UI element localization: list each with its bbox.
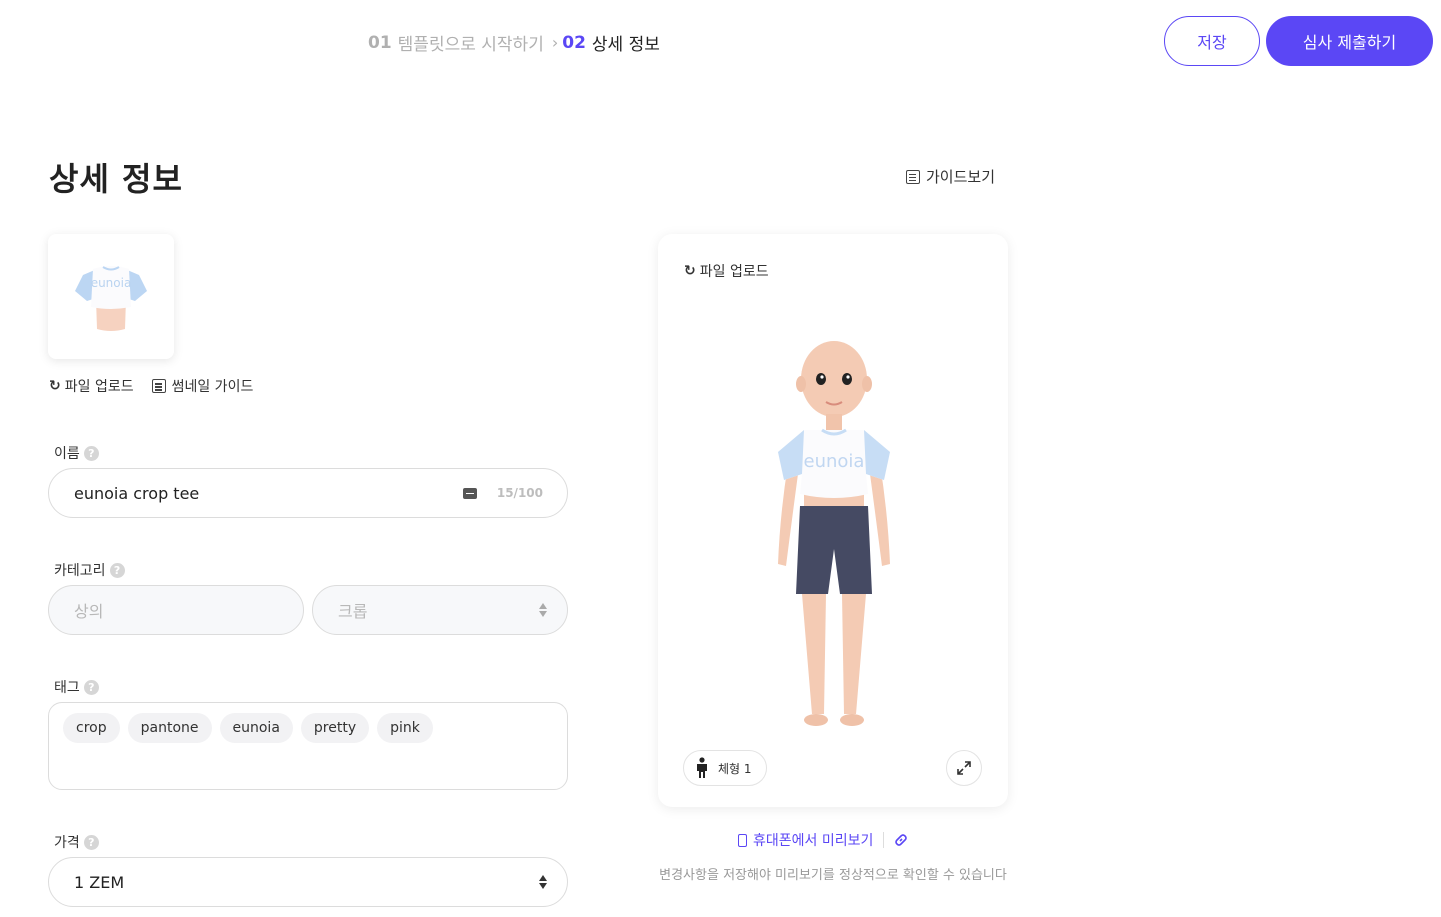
tag-chip[interactable]: pantone xyxy=(127,713,212,743)
mobile-preview-link[interactable]: 휴대폰에서 미리보기 xyxy=(738,830,908,850)
category-field-label: 카테고리 ? xyxy=(54,560,125,580)
guide-link[interactable]: 가이드보기 xyxy=(906,166,995,187)
page-title: 상세 정보 xyxy=(49,160,183,198)
avatar-model[interactable]: eunoia xyxy=(764,334,904,748)
guide-link-label: 가이드보기 xyxy=(926,168,996,186)
keyboard-icon[interactable] xyxy=(463,487,477,499)
shirt-print-text: eunoia xyxy=(804,451,865,472)
breadcrumb: 01 템플릿으로 시작하기 › 02 상세 정보 xyxy=(368,30,660,56)
item-thumbnail: eunoia xyxy=(48,234,174,359)
tag-field-label: 태그 ? xyxy=(54,677,99,697)
preview-notice: 변경사항을 저장해야 미리보기를 정상적으로 확인할 수 있습니다 xyxy=(659,868,1007,883)
step-2-label: 상세 정보 xyxy=(591,35,660,55)
category-sub-select: 크롭 xyxy=(312,585,568,635)
tag-chip[interactable]: pink xyxy=(377,713,433,743)
link-icon[interactable] xyxy=(894,833,908,847)
expand-button[interactable] xyxy=(946,750,982,786)
help-icon[interactable]: ? xyxy=(83,834,99,850)
name-input[interactable]: eunoia crop tee 15/100 xyxy=(48,468,568,518)
save-button[interactable]: 저장 xyxy=(1164,16,1260,66)
body-type-button[interactable]: 체형 1 xyxy=(683,750,767,786)
category-sub-value: 크롭 xyxy=(338,602,368,621)
step-1-label[interactable]: 템플릿으로 시작하기 xyxy=(398,30,544,55)
phone-icon xyxy=(738,833,747,847)
tag-input[interactable]: crop pantone eunoia pretty pink xyxy=(48,702,568,790)
name-field-label: 이름 ? xyxy=(54,443,99,463)
tag-chip[interactable]: pretty xyxy=(300,713,370,743)
tag-chip[interactable]: crop xyxy=(63,713,120,743)
price-select[interactable]: 1 ZEM xyxy=(48,857,568,907)
refresh-icon: ↻ xyxy=(684,263,696,279)
step-1-number: 01 xyxy=(368,32,392,53)
category-label-text: 카테고리 xyxy=(54,563,106,579)
help-icon[interactable]: ? xyxy=(83,679,99,695)
crop-tee-image: eunoia xyxy=(75,265,147,331)
thumbnail-guide-button[interactable]: 썸네일 가이드 xyxy=(151,376,254,396)
submit-review-button[interactable]: 심사 제출하기 xyxy=(1266,16,1433,66)
mobile-preview-label: 휴대폰에서 미리보기 xyxy=(753,833,874,849)
expand-icon xyxy=(957,761,971,775)
body-type-label: 체형 1 xyxy=(718,761,752,776)
person-icon xyxy=(697,757,707,778)
avatar-figure: eunoia xyxy=(778,341,890,726)
tag-label-text: 태그 xyxy=(54,680,80,696)
shirt-print-text: eunoia xyxy=(91,276,132,290)
preview-upload-label: 파일 업로드 xyxy=(699,264,769,280)
document-icon xyxy=(906,169,920,184)
tag-chip[interactable]: eunoia xyxy=(219,713,293,743)
name-label-text: 이름 xyxy=(54,446,80,462)
thumbnail-guide-label: 썸네일 가이드 xyxy=(171,379,254,395)
help-icon[interactable]: ? xyxy=(83,445,99,461)
avatar-preview-panel: ↻ 파일 업로드 eunoia 체형 1 xyxy=(658,234,1008,807)
thumbnail-upload-label: 파일 업로드 xyxy=(64,379,134,395)
name-input-value: eunoia crop tee xyxy=(74,483,200,503)
category-main-select: 상의 xyxy=(48,585,304,635)
divider xyxy=(883,832,885,848)
price-field-label: 가격 ? xyxy=(54,832,99,852)
help-icon[interactable]: ? xyxy=(109,562,125,578)
category-main-value: 상의 xyxy=(74,602,104,621)
preview-upload-button[interactable]: ↻ 파일 업로드 xyxy=(684,261,769,281)
document-icon xyxy=(151,379,166,393)
chevron-right-icon: › xyxy=(551,33,559,52)
price-value: 1 ZEM xyxy=(74,872,125,892)
refresh-icon: ↻ xyxy=(49,378,61,394)
select-arrows-icon xyxy=(539,875,547,889)
price-label-text: 가격 xyxy=(54,835,80,851)
thumbnail-actions: ↻ 파일 업로드 썸네일 가이드 xyxy=(49,376,271,396)
select-arrows-icon xyxy=(539,603,547,617)
name-char-counter: 15/100 xyxy=(496,486,543,500)
thumbnail-upload-button[interactable]: ↻ 파일 업로드 xyxy=(49,376,134,396)
step-2-number: 02 xyxy=(562,32,586,53)
